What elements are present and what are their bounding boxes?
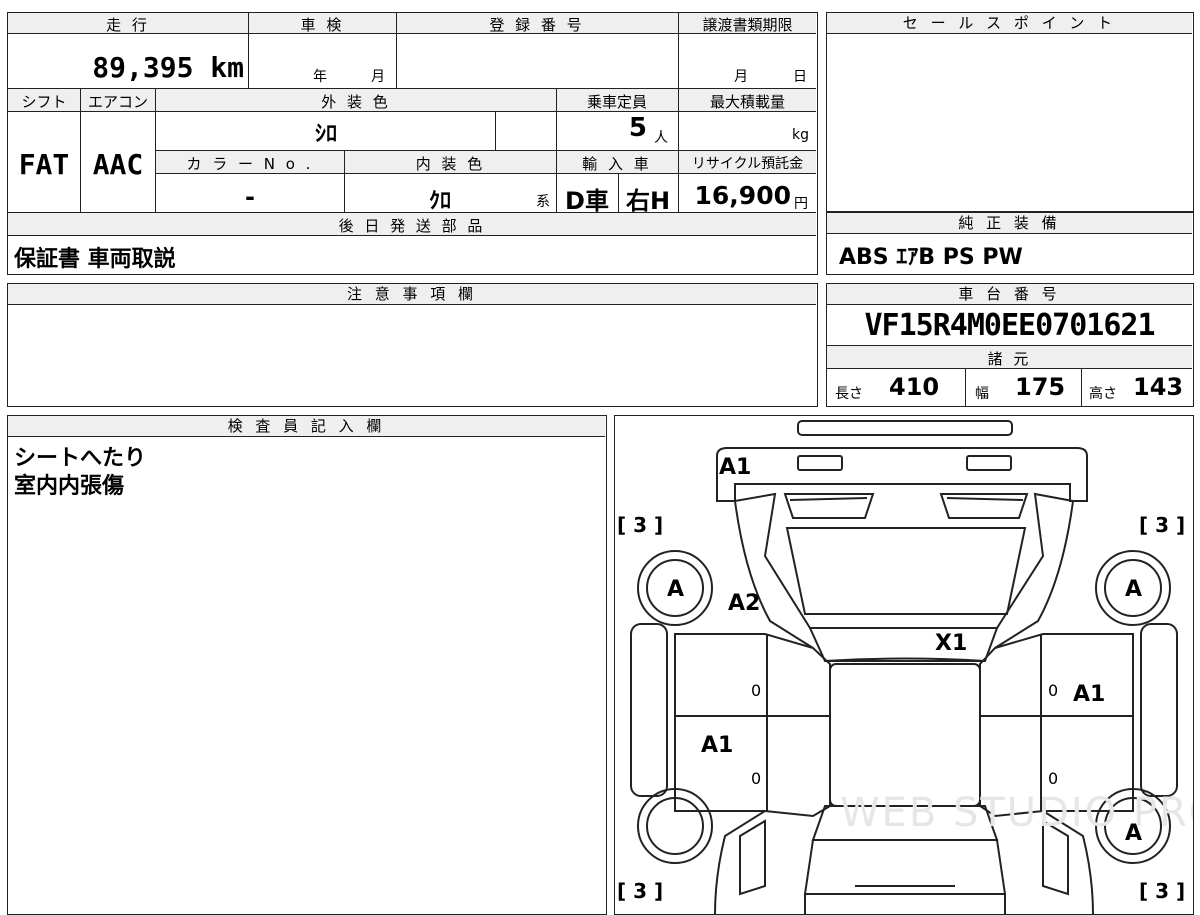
later-parts-label: 後 日 発 送 部 品 [338,217,486,235]
mark-tire-rr: [ 3 ] [1139,879,1185,903]
notes-box: 注 意 事 項 欄 [7,283,818,407]
capacity-unit: 人 [654,130,668,146]
inspection-year-unit: 年 [313,69,327,85]
aircon-label: エアコン [87,93,148,111]
interior-suffix: 系 [536,194,550,210]
inspector-line2: 室内内張傷 [14,474,125,499]
mark-wheel-fl: A [667,577,684,602]
recycle-label: リサイクル預託金 [691,156,804,172]
mark-front-top: A1 [719,455,751,480]
registration-label: 登 録 番 号 [489,16,585,34]
recycle-unit: 円 [794,196,808,212]
inspection-label: 車 検 [300,16,345,34]
shift-label: シフト [21,93,67,111]
chassis-value: VF15R4M0EE0701621 [864,308,1155,343]
sales-point-box: セ ー ル ス ポ イ ン ト [826,12,1194,212]
standard-equipment-value: ABS ｴｱB PS PW [839,245,1023,270]
inspection-month-unit: 月 [371,69,385,85]
capacity-value: 5 [628,113,647,143]
sales-point-label: セ ー ル ス ポ イ ン ト [827,13,1192,34]
width-label: 幅 [975,386,989,402]
max-load-unit: kg [792,127,809,143]
inspector-box: 検 査 員 記 入 欄 シートへたり 室内内張傷 [7,415,607,915]
color-no-value: - [245,183,255,211]
mark-right-front-door: A1 [1073,682,1105,707]
height-value: 143 [1133,373,1184,401]
zero-rf-upper: 0 [1048,681,1058,700]
exterior-value: ｼﾛ [314,122,337,147]
inspector-label: 検 査 員 記 入 欄 [8,416,605,437]
chassis-label: 車 台 番 号 [827,284,1192,305]
notes-label: 注 意 事 項 欄 [8,284,816,305]
interior-label: 内 装 色 [415,155,486,173]
mark-wheel-fr: A [1125,577,1142,602]
shift-value: FAT [18,148,70,181]
transfer-day-unit: 日 [793,69,807,85]
vehicle-info-table: 走 行 車 検 登 録 番 号 譲渡書類期限 89,395 km 年 月 月 日… [7,12,818,275]
mark-tire-fl: [ 3 ] [617,513,663,537]
car-diagram: WEB STUDIO PRO A1 A2 X1 A1 A1 A A A [ 3 … [617,420,1193,914]
zero-lf-lower: 0 [751,769,761,788]
import-label: 輸 入 車 [582,155,652,173]
mark-windshield: X1 [935,631,967,656]
color-no-label: カ ラ ー N o . [186,155,314,173]
interior-value: ｸﾛ [428,189,451,214]
mark-wheel-rr: A [1125,821,1142,846]
mark-hood-left: A2 [728,591,760,616]
height-label: 高さ [1089,386,1117,402]
recycle-value: 16,900 [694,181,791,210]
transfer-deadline-label: 譲渡書類期限 [702,16,793,34]
car-diagram-box: WEB STUDIO PRO A1 A2 X1 A1 A1 A A A [ 3 … [614,415,1194,915]
import-d: D車 [565,187,609,215]
zero-rf-lower: 0 [1048,769,1058,788]
later-parts-value: 保証書 車両取説 [14,247,176,272]
transfer-month-unit: 月 [734,69,748,85]
standard-equipment-box: 純 正 装 備 ABS ｴｱB PS PW [826,212,1194,275]
mark-tire-fr: [ 3 ] [1139,513,1185,537]
length-value: 410 [889,373,940,401]
import-h: 右H [625,187,671,215]
max-load-label: 最大積載量 [709,93,785,111]
width-value: 175 [1015,373,1066,401]
mileage-value: 89,395 km [92,51,244,84]
zero-lf-upper: 0 [751,681,761,700]
aircon-value: AAC [92,148,144,181]
chassis-box: 車 台 番 号 VF15R4M0EE0701621 諸 元 長さ 410 幅 1… [826,283,1194,407]
mark-tire-rl: [ 3 ] [617,879,663,903]
mark-left-front-door: A1 [701,733,733,758]
specs-label: 諸 元 [987,350,1032,368]
length-label: 長さ [835,386,863,402]
capacity-label: 乗車定員 [586,93,647,111]
exterior-label: 外 装 色 [321,93,391,111]
mileage-label: 走 行 [106,16,150,34]
standard-equipment-label: 純 正 装 備 [827,213,1192,234]
